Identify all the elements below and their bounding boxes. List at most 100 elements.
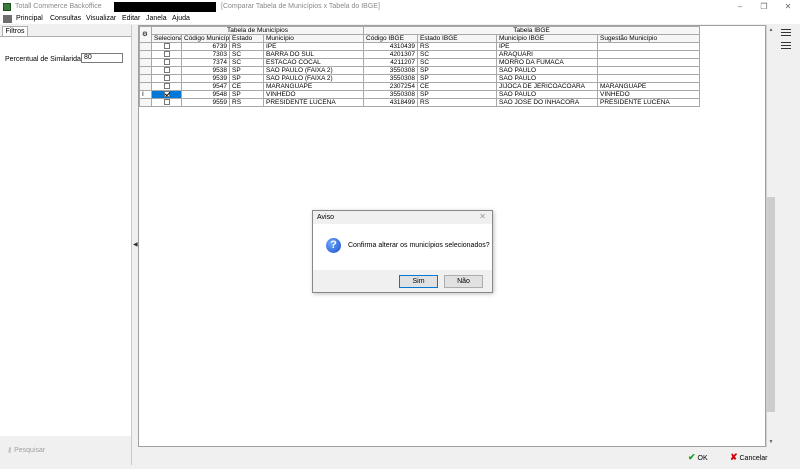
cell-codigo-municipio[interactable]: 7374 (181, 58, 230, 67)
cell-selecionar[interactable] (151, 90, 182, 99)
grid-settings-header[interactable]: ⚙ (139, 26, 152, 43)
cell-estado[interactable]: SP (229, 90, 264, 99)
dialog-close-icon[interactable]: ✕ (479, 212, 486, 221)
row-indicator[interactable] (139, 42, 152, 51)
row-indicator[interactable] (139, 50, 152, 59)
row-indicator[interactable]: I (139, 90, 152, 99)
cell-estado-ibge[interactable]: SP (417, 66, 498, 75)
cell-sugestao[interactable]: MARANGUAPE (597, 82, 701, 91)
col-header-municipio[interactable]: Município (262, 34, 365, 43)
cell-municipio[interactable]: IPE (262, 42, 365, 51)
row-indicator[interactable] (139, 58, 152, 67)
col-header-codigo-municipio[interactable]: Código Município (181, 34, 230, 43)
cell-municipio[interactable]: BARRA DO SUL (262, 50, 365, 59)
cell-estado-ibge[interactable]: RS (417, 98, 498, 107)
minimize-button[interactable]: – (728, 0, 752, 14)
select-checkbox[interactable] (163, 99, 170, 106)
list-view-icon[interactable] (781, 29, 791, 38)
cell-estado[interactable]: SP (229, 74, 264, 83)
select-checkbox[interactable] (163, 59, 170, 66)
cell-selecionar[interactable] (151, 82, 182, 91)
cell-sugestao[interactable] (597, 66, 701, 75)
cell-codigo-ibge[interactable]: 4310439 (363, 42, 419, 51)
select-checkbox[interactable] (163, 75, 170, 82)
scrollbar-thumb[interactable] (767, 197, 775, 412)
cell-estado[interactable]: SC (229, 50, 264, 59)
cell-selecionar[interactable] (151, 50, 182, 59)
cell-codigo-municipio[interactable]: 9538 (181, 66, 230, 75)
menu-principal[interactable]: Principal (16, 15, 43, 22)
cell-codigo-ibge[interactable]: 3550308 (363, 74, 419, 83)
detail-view-icon[interactable] (781, 42, 791, 51)
similarity-input[interactable]: 80 (81, 53, 123, 63)
table-row[interactable]: 7374 SC ESTACAO COCAL 4211207 SC MORRO DA FUM… (139, 58, 701, 67)
cell-estado-ibge[interactable]: SC (417, 58, 498, 67)
cell-municipio[interactable]: PRESIDENTE LUCENA (262, 98, 365, 107)
cell-municipio-ibge[interactable]: MORRO DA FUMACA (496, 58, 599, 67)
col-header-estado-ibge[interactable]: Estado IBGE (417, 34, 498, 43)
table-row[interactable]: 9538 SP SAO PAULO (FAIXA 2) 3550308 SP SAO PA… (139, 66, 701, 75)
col-header-municipio-ibge[interactable]: Município IBGE (496, 34, 599, 43)
cell-estado-ibge[interactable]: SC (417, 50, 498, 59)
row-indicator[interactable] (139, 98, 152, 107)
cell-estado-ibge[interactable]: SP (417, 74, 498, 83)
cell-municipio[interactable]: SAO PAULO (FAIXA 2) (262, 66, 365, 75)
menu-editar[interactable]: Editar (122, 15, 140, 22)
col-header-codigo-ibge[interactable]: Código IBGE (363, 34, 419, 43)
menu-janela[interactable]: Janela (146, 15, 167, 22)
scroll-down-icon[interactable]: ▼ (766, 438, 776, 446)
collapse-arrow-icon[interactable]: ◀ (133, 241, 138, 248)
row-indicator[interactable] (139, 66, 152, 75)
cell-selecionar[interactable] (151, 58, 182, 67)
row-indicator[interactable] (139, 74, 152, 83)
table-row[interactable]: I 9548 SP VINHEDO 3550308 SP SAO PAULO VINHEDO (139, 90, 701, 99)
select-checkbox[interactable] (163, 67, 170, 74)
no-button[interactable]: Não (444, 275, 483, 288)
search-button[interactable]: ⚷ Pesquisar (4, 445, 128, 457)
cell-municipio[interactable]: SAO PAULO (FAIXA 2) (262, 74, 365, 83)
cell-estado-ibge[interactable]: CE (417, 82, 498, 91)
select-checkbox[interactable] (163, 43, 170, 50)
cell-municipio-ibge[interactable]: ARAQUARI (496, 50, 599, 59)
cell-municipio-ibge[interactable]: SAO PAULO (496, 74, 599, 83)
cell-selecionar[interactable] (151, 74, 182, 83)
cell-sugestao[interactable] (597, 74, 701, 83)
cell-selecionar[interactable] (151, 66, 182, 75)
yes-button[interactable]: Sim (399, 275, 438, 288)
row-indicator[interactable] (139, 82, 152, 91)
col-header-selecionar[interactable]: Selecionar (151, 34, 182, 43)
table-row[interactable]: 7303 SC BARRA DO SUL 4201307 SC ARAQUARI (139, 50, 701, 59)
menu-ajuda[interactable]: Ajuda (172, 15, 190, 22)
restore-button[interactable]: ❐ (752, 0, 776, 14)
cell-sugestao[interactable] (597, 50, 701, 59)
cell-municipio[interactable]: ESTACAO COCAL (262, 58, 365, 67)
cell-sugestao[interactable]: PRESIDENTE LUCENA (597, 98, 701, 107)
cell-estado[interactable]: RS (229, 42, 264, 51)
cancel-button[interactable]: ✘ Cancelar (730, 452, 768, 463)
cell-codigo-municipio[interactable]: 9548 (181, 90, 230, 99)
cell-municipio-ibge[interactable]: SAO PAULO (496, 66, 599, 75)
cell-selecionar[interactable] (151, 98, 182, 107)
cell-codigo-ibge[interactable]: 4318499 (363, 98, 419, 107)
cell-codigo-ibge[interactable]: 3550308 (363, 90, 419, 99)
cell-sugestao[interactable] (597, 42, 701, 51)
cell-codigo-municipio[interactable]: 9539 (181, 74, 230, 83)
cell-codigo-ibge[interactable]: 4201307 (363, 50, 419, 59)
col-header-sugestao[interactable]: Sugestão Município (597, 34, 701, 43)
cell-codigo-municipio[interactable]: 7303 (181, 50, 230, 59)
cell-estado[interactable]: SC (229, 58, 264, 67)
cell-estado[interactable]: CE (229, 82, 264, 91)
cell-estado[interactable]: SP (229, 66, 264, 75)
grid-settings-icon[interactable]: ⚙ (142, 31, 148, 38)
scroll-up-icon[interactable]: ▲ (766, 26, 776, 34)
cell-estado-ibge[interactable]: RS (417, 42, 498, 51)
cell-sugestao[interactable] (597, 58, 701, 67)
cell-municipio[interactable]: MARANGUAPE (262, 82, 365, 91)
table-row[interactable]: 9547 CE MARANGUAPE 2307254 CE JIJOCA DE JERIC… (139, 82, 701, 91)
menu-doc-icon[interactable] (3, 15, 12, 23)
table-row[interactable]: 9539 SP SAO PAULO (FAIXA 2) 3550308 SP SAO PA… (139, 74, 701, 83)
cell-municipio-ibge[interactable]: SAO JOSE DO INHACORA (496, 98, 599, 107)
table-row[interactable]: 9559 RS PRESIDENTE LUCENA 4318499 RS SAO JOSE… (139, 98, 701, 107)
cell-municipio-ibge[interactable]: SAO PAULO (496, 90, 599, 99)
table-row[interactable]: 6739 RS IPE 4310439 RS IPE (139, 42, 701, 51)
